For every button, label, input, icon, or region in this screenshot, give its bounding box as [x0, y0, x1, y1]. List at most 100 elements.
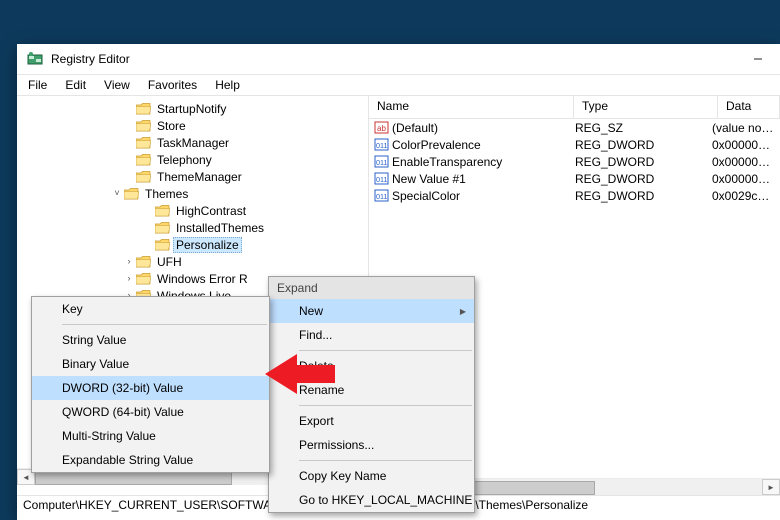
menu-find[interactable]: Find...: [269, 323, 474, 347]
menu-export[interactable]: Export: [269, 409, 474, 433]
context-menu-new: Key String ValueBinary ValueDWORD (32-bit…: [31, 296, 270, 473]
folder-icon: [155, 239, 170, 251]
tree-item-store[interactable]: Store: [17, 117, 368, 134]
context-separator: [299, 460, 472, 461]
menu-help[interactable]: Help: [206, 76, 249, 94]
tree-item-highcontrast[interactable]: HighContrast: [17, 202, 368, 219]
folder-icon: [124, 188, 139, 200]
svg-text:011: 011: [376, 141, 387, 150]
tree-expand-icon[interactable]: ›: [122, 271, 136, 286]
menu-delete[interactable]: Delete: [269, 354, 474, 378]
column-name[interactable]: Name: [369, 96, 574, 118]
folder-icon: [155, 222, 170, 234]
value-name: SpecialColor: [392, 189, 460, 203]
menu-view[interactable]: View: [95, 76, 139, 94]
folder-icon: [136, 273, 151, 285]
folder-icon: [136, 103, 151, 115]
value-name: EnableTransparency: [392, 155, 502, 169]
svg-text:011: 011: [376, 158, 387, 167]
svg-text:ab: ab: [377, 124, 386, 133]
tree-item-telephony[interactable]: Telephony: [17, 151, 368, 168]
context-header: Expand: [269, 277, 474, 299]
tree-item-label: Windows Error R: [154, 271, 251, 287]
value-type: REG_SZ: [570, 121, 707, 135]
minimize-button[interactable]: [735, 44, 780, 74]
value-data: 0x00000001 (1): [707, 155, 780, 169]
tree-item-installedthemes[interactable]: InstalledThemes: [17, 219, 368, 236]
list-header: Name Type Data: [369, 96, 780, 119]
value-data: 0x0029cc9a (27393: [707, 189, 780, 203]
tree-item-label: Personalize: [173, 237, 242, 253]
menu-new-qword-64-bit-value[interactable]: QWORD (64-bit) Value: [32, 400, 269, 424]
value-data: 0x00000000 (0): [707, 138, 780, 152]
tree-item-label: HighContrast: [173, 203, 249, 219]
value-row[interactable]: 011 EnableTransparency REG_DWORD0x00000001…: [369, 153, 780, 170]
folder-icon: [136, 154, 151, 166]
tree-item-label: ThemeManager: [154, 169, 245, 185]
tree-item-taskmanager[interactable]: TaskManager: [17, 134, 368, 151]
svg-text:011: 011: [376, 175, 387, 184]
titlebar: Registry Editor: [17, 44, 780, 75]
value-type: REG_DWORD: [570, 155, 707, 169]
string-value-icon: ab: [374, 120, 389, 135]
menu-new[interactable]: New: [269, 299, 474, 323]
menu-file[interactable]: File: [19, 76, 56, 94]
value-row[interactable]: 011 ColorPrevalence REG_DWORD0x00000000 (0…: [369, 136, 780, 153]
value-data: (value not set): [707, 121, 780, 135]
tree-item-thememanager[interactable]: ThemeManager: [17, 168, 368, 185]
value-type: REG_DWORD: [570, 189, 707, 203]
svg-text:011: 011: [376, 192, 387, 201]
binary-value-icon: 011: [374, 137, 389, 152]
menu-new-string-value[interactable]: String Value: [32, 328, 269, 352]
folder-icon: [136, 256, 151, 268]
binary-value-icon: 011: [374, 188, 389, 203]
context-menu-key: ExpandNewFind... DeleteRename ExportPermis…: [268, 276, 475, 513]
value-name: ColorPrevalence: [392, 138, 481, 152]
context-separator: [62, 324, 267, 325]
window-title: Registry Editor: [51, 52, 735, 66]
value-type: REG_DWORD: [570, 172, 707, 186]
tree-item-ufh[interactable]: › UFH: [17, 253, 368, 270]
menu-new-dword-32-bit-value[interactable]: DWORD (32-bit) Value: [32, 376, 269, 400]
menu-new-multi-string-value[interactable]: Multi-String Value: [32, 424, 269, 448]
menu-go-to-hkey-local-machine[interactable]: Go to HKEY_LOCAL_MACHINE: [269, 488, 474, 512]
tree-item-label: UFH: [154, 254, 185, 270]
folder-icon: [155, 205, 170, 217]
folder-icon: [136, 137, 151, 149]
value-name: (Default): [392, 121, 438, 135]
value-row[interactable]: 011 SpecialColor REG_DWORD0x0029cc9a (2739…: [369, 187, 780, 204]
tree-collapse-icon[interactable]: ˅: [110, 186, 124, 201]
menu-edit[interactable]: Edit: [56, 76, 95, 94]
context-separator: [299, 350, 472, 351]
value-row[interactable]: 011New Value #1REG_DWORD0x00000000 (0): [369, 170, 780, 187]
tree-item-label: Themes: [142, 186, 191, 202]
folder-icon: [136, 171, 151, 183]
value-data: 0x00000000 (0): [707, 172, 780, 186]
binary-value-icon: 011: [374, 171, 389, 186]
menu-new-key[interactable]: Key: [32, 297, 269, 321]
menu-new-expandable-string-value[interactable]: Expandable String Value: [32, 448, 269, 472]
menu-favorites[interactable]: Favorites: [139, 76, 206, 94]
tree-item-label: InstalledThemes: [173, 220, 267, 236]
tree-item-personalize[interactable]: Personalize: [17, 236, 368, 253]
column-type[interactable]: Type: [574, 96, 718, 118]
value-row[interactable]: ab (Default) REG_SZ(value not set): [369, 119, 780, 136]
context-separator: [299, 405, 472, 406]
column-data[interactable]: Data: [718, 96, 780, 118]
menu-copy-key-name[interactable]: Copy Key Name: [269, 464, 474, 488]
tree-expand-icon[interactable]: ›: [122, 254, 136, 269]
tree-item-label: Telephony: [154, 152, 215, 168]
tree-item-label: StartupNotify: [154, 101, 229, 117]
binary-value-icon: 011: [374, 154, 389, 169]
menubar: File Edit View Favorites Help: [17, 75, 780, 96]
tree-item-themes[interactable]: ˅ Themes: [17, 185, 368, 202]
tree-item-label: TaskManager: [154, 135, 232, 151]
tree-item-startupnotify[interactable]: StartupNotify: [17, 100, 368, 117]
menu-permissions[interactable]: Permissions...: [269, 433, 474, 457]
tree-item-label: Store: [154, 118, 189, 134]
menu-new-binary-value[interactable]: Binary Value: [32, 352, 269, 376]
scroll-right-button[interactable]: ►: [762, 479, 780, 495]
app-icon: [27, 51, 43, 67]
menu-rename[interactable]: Rename: [269, 378, 474, 402]
value-type: REG_DWORD: [570, 138, 707, 152]
